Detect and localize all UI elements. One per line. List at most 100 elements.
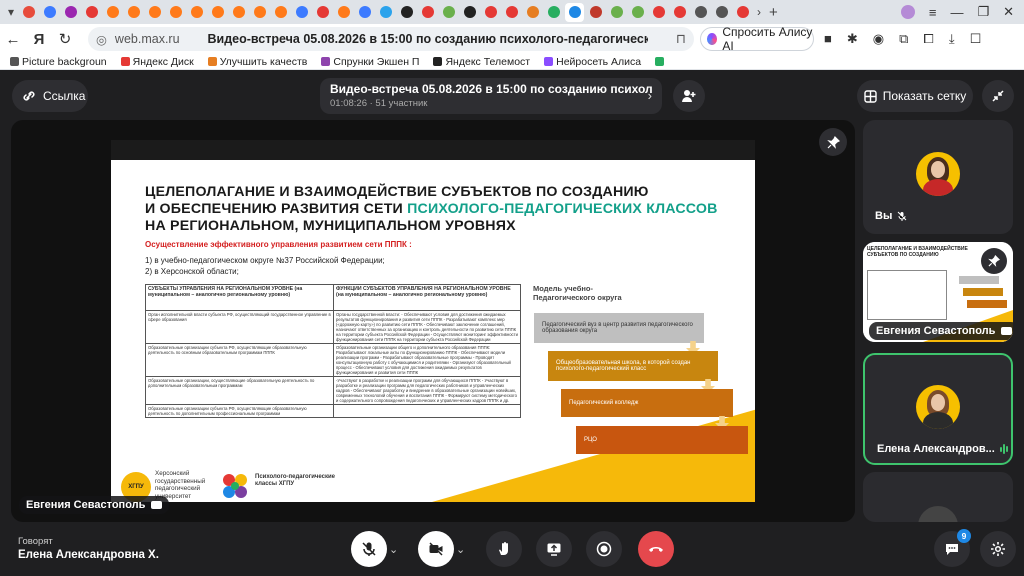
- browser-tab[interactable]: [250, 3, 269, 22]
- bookmarks-bar: Picture backgroun Яндекс Диск Улучшить кач…: [0, 54, 1024, 70]
- tab-favicon-icon: [547, 6, 560, 18]
- participant-tile-speaking[interactable]: Елена Александров...: [863, 353, 1013, 465]
- browser-tab[interactable]: [166, 3, 185, 22]
- browser-tab[interactable]: [124, 3, 143, 22]
- browser-tab[interactable]: [397, 3, 416, 22]
- bookmark-icon[interactable]: ⊓: [676, 31, 686, 47]
- extension-icon[interactable]: ◉: [873, 31, 884, 47]
- chevron-down-icon[interactable]: ⌄: [389, 543, 398, 556]
- browser-tab[interactable]: [145, 3, 164, 22]
- pin-button[interactable]: [981, 248, 1007, 274]
- settings-button[interactable]: [980, 531, 1016, 567]
- browser-tab[interactable]: [187, 3, 206, 22]
- browser-tab[interactable]: [61, 3, 80, 22]
- browser-tab[interactable]: [292, 3, 311, 22]
- browser-tab[interactable]: [733, 3, 752, 22]
- pin-button[interactable]: [819, 128, 847, 156]
- record-button[interactable]: [586, 531, 622, 567]
- browser-tab[interactable]: [586, 3, 605, 22]
- model-step: РЦО: [576, 426, 748, 454]
- alice-button[interactable]: Спросить Алису AI: [700, 25, 814, 53]
- bookmark-item[interactable]: Спрунки Экшен П: [321, 56, 419, 68]
- show-grid-button[interactable]: Показать сетку: [857, 80, 973, 112]
- browser-tab[interactable]: [460, 3, 479, 22]
- browser-tab[interactable]: [334, 3, 353, 22]
- site-info-icon[interactable]: ◎: [96, 32, 107, 47]
- browser-tab[interactable]: [271, 3, 290, 22]
- pin-icon: [826, 135, 840, 149]
- browser-tab[interactable]: [229, 3, 248, 22]
- extension-icon[interactable]: ■: [824, 31, 832, 47]
- browser-tab[interactable]: [565, 2, 585, 22]
- tab-favicon-icon: [358, 6, 371, 18]
- chevron-down-icon[interactable]: ⌄: [456, 543, 465, 556]
- tab-favicon-icon: [85, 6, 98, 18]
- camera-toggle-button[interactable]: [418, 531, 454, 567]
- tab-favicon-icon: [43, 6, 56, 18]
- extension-icon[interactable]: ⧉: [899, 31, 908, 47]
- browser-tab[interactable]: [544, 3, 563, 22]
- table-cell: Образовательные организации субъекта РФ,…: [145, 404, 334, 418]
- tab-scroll-right-icon[interactable]: ›: [757, 5, 761, 19]
- browser-tab[interactable]: [481, 3, 500, 22]
- browser-tab[interactable]: [40, 3, 59, 22]
- tab-scroll-icon[interactable]: ▾: [8, 5, 14, 19]
- minimize-icon[interactable]: —: [950, 5, 963, 20]
- participant-name: Вы: [875, 210, 907, 222]
- omnibox[interactable]: ◎ web.max.ru Видео-встреча 05.08.2026 в …: [88, 27, 694, 51]
- participant-tile-screen[interactable]: ЦЕЛЕПОЛАГАНИЕ И ВЗАИМОДЕЙСТВИЕ СУБЪЕКТОВ…: [863, 242, 1013, 342]
- menu-icon[interactable]: ≡: [929, 5, 937, 20]
- meeting-info-button[interactable]: Видео-встреча 05.08.2026 в 15:00 по созд…: [320, 78, 662, 114]
- raise-hand-button[interactable]: [486, 531, 522, 567]
- slide-subtitle: Осуществление эффективного управления ра…: [145, 240, 412, 249]
- bookmark-item[interactable]: Нейросеть Алиса: [544, 56, 641, 68]
- extension-icon[interactable]: ⧠: [923, 31, 933, 47]
- extension-icon[interactable]: ⤓: [949, 31, 955, 47]
- restore-icon[interactable]: ❐: [977, 4, 989, 20]
- browser-tab[interactable]: [502, 3, 521, 22]
- link-button[interactable]: Ссылка: [12, 80, 88, 112]
- profile-icon[interactable]: [900, 5, 915, 19]
- participant-tile-self[interactable]: Вы: [863, 120, 1013, 234]
- browser-tab[interactable]: [691, 3, 710, 22]
- bookmark-item[interactable]: Яндекс Телемост: [433, 56, 530, 68]
- extension-icon[interactable]: ✱: [847, 31, 858, 47]
- back-icon[interactable]: ←: [0, 31, 26, 48]
- reload-icon[interactable]: ↻: [52, 30, 78, 48]
- browser-tab[interactable]: [439, 3, 458, 22]
- bookmark-favicon-icon: [207, 57, 217, 66]
- new-tab-icon[interactable]: +: [769, 4, 778, 21]
- tab-favicon-icon: [589, 6, 602, 18]
- leave-call-button[interactable]: [638, 531, 674, 567]
- browser-tab[interactable]: [376, 3, 395, 22]
- participant-tile[interactable]: [863, 472, 1013, 522]
- add-participant-button[interactable]: [673, 80, 705, 112]
- browser-tab[interactable]: [418, 3, 437, 22]
- decorative-band: [411, 408, 755, 502]
- collapse-button[interactable]: [982, 80, 1014, 112]
- browser-tab[interactable]: [103, 3, 122, 22]
- screen-share-button[interactable]: [536, 531, 572, 567]
- browser-tab[interactable]: [313, 3, 332, 22]
- browser-tab[interactable]: [523, 3, 542, 22]
- browser-tab[interactable]: [628, 3, 647, 22]
- alice-icon: [707, 33, 718, 45]
- bookmark-item[interactable]: Picture backgroun: [10, 56, 107, 68]
- extension-icon[interactable]: ☐: [970, 31, 982, 47]
- bookmark-item[interactable]: Улучшить качеств: [207, 56, 307, 68]
- close-window-icon[interactable]: ✕: [1003, 4, 1014, 20]
- browser-tab[interactable]: [649, 3, 668, 22]
- browser-tab[interactable]: [712, 3, 731, 22]
- browser-tab[interactable]: [19, 3, 38, 22]
- browser-tab[interactable]: [607, 3, 626, 22]
- mini-slide-table: [867, 270, 947, 320]
- mic-toggle-button[interactable]: [351, 531, 387, 567]
- browser-tab[interactable]: [355, 3, 374, 22]
- browser-tab[interactable]: [82, 3, 101, 22]
- yandex-icon[interactable]: Я: [26, 31, 52, 48]
- table-header: ФУНКЦИИ СУБЪЕКТОВ УПРАВЛЕНИЯ НА РЕГИОНАЛ…: [333, 284, 521, 311]
- browser-tab[interactable]: [670, 3, 689, 22]
- bookmark-item[interactable]: [655, 57, 667, 66]
- bookmark-item[interactable]: Яндекс Диск: [120, 56, 194, 68]
- browser-tab[interactable]: [208, 3, 227, 22]
